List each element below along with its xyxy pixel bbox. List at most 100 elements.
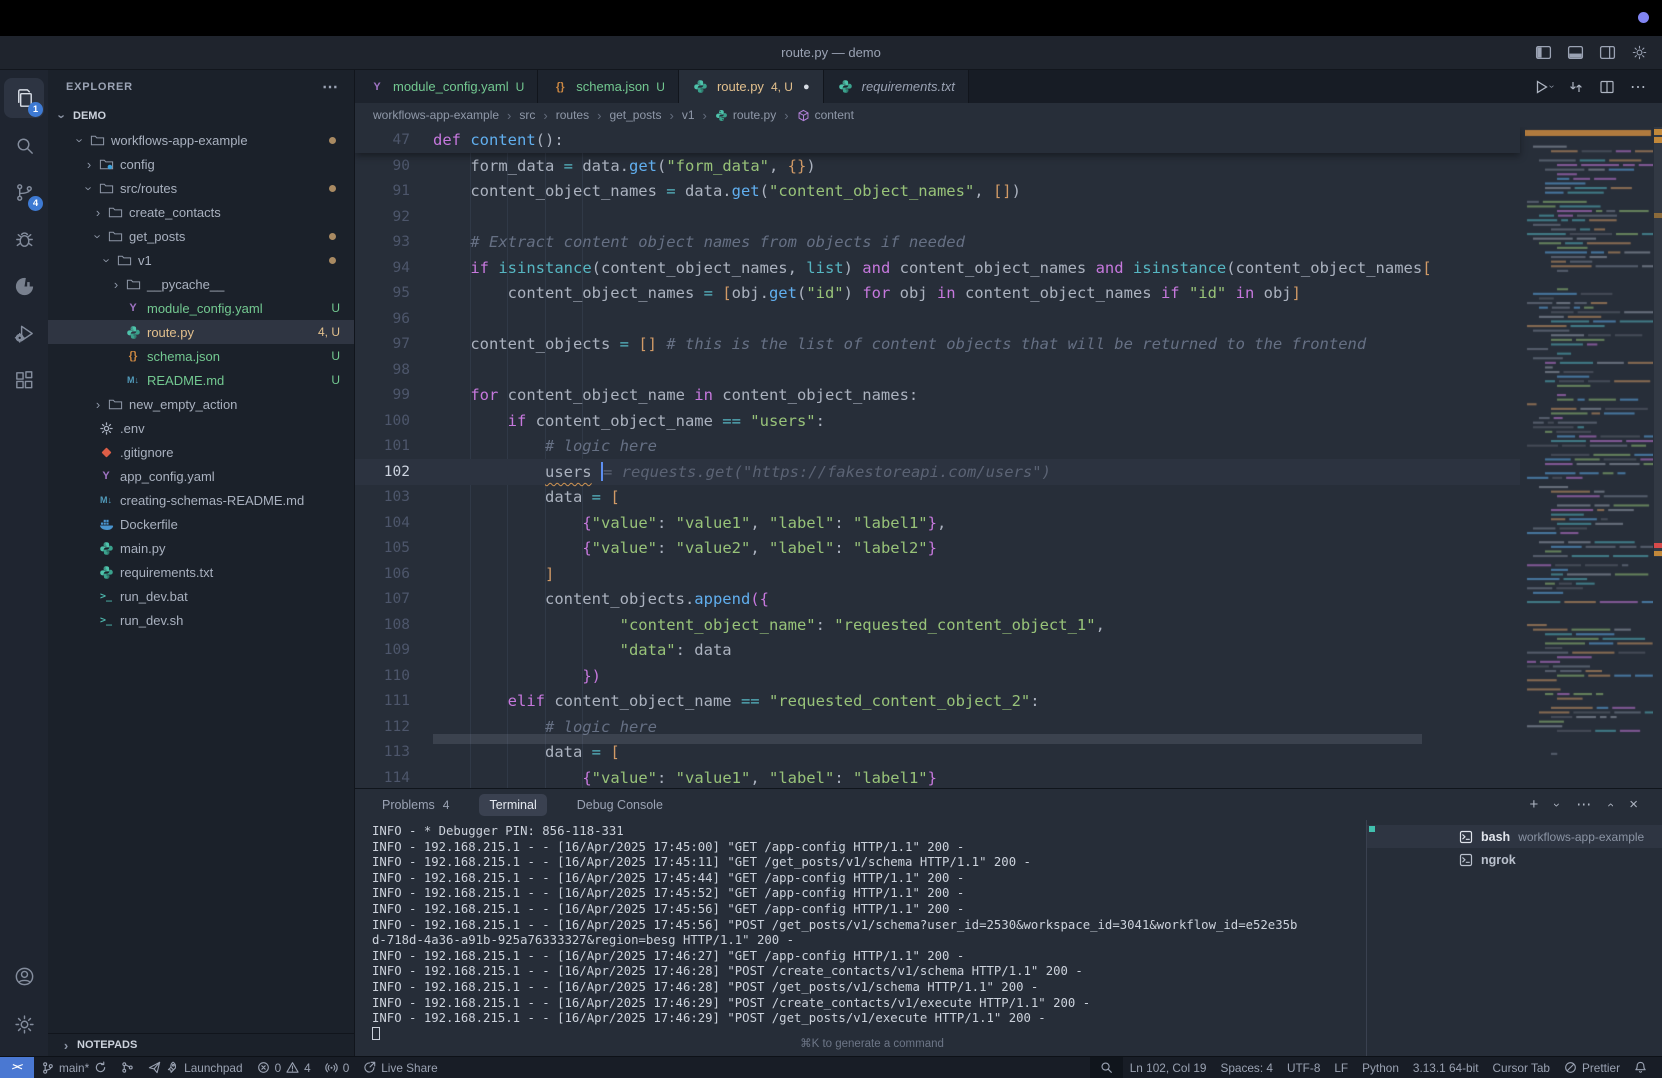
tree-item-new_empty_action[interactable]: ›new_empty_action <box>48 392 354 416</box>
terminal-dropdown-icon[interactable]: › <box>1555 799 1559 811</box>
code-line-96[interactable]: 96 <box>355 306 1520 332</box>
code-line-97[interactable]: 97 content_objects = [] # this is the li… <box>355 332 1520 358</box>
status-remote-indicator[interactable]: >< <box>0 1057 34 1078</box>
settings-gear-icon[interactable] <box>1631 44 1648 61</box>
code-editor[interactable]: 47def content(): 90 form_data = data.get… <box>355 127 1662 788</box>
terminal-instance-ngrok[interactable]: ngrok <box>1367 848 1662 871</box>
tree-item-.env[interactable]: .env <box>48 416 354 440</box>
activity-accounts[interactable] <box>4 956 44 996</box>
maximize-panel-icon[interactable]: › <box>1608 799 1612 811</box>
tree-item-app_config.yaml[interactable]: Yapp_config.yaml <box>48 464 354 488</box>
activity-source-control[interactable]: 4 <box>4 172 44 212</box>
activity-run-and-debug[interactable] <box>4 219 44 259</box>
run-python-file-button[interactable]: › <box>1533 79 1553 95</box>
new-terminal-icon[interactable]: + <box>1529 797 1538 812</box>
activity-extensions[interactable] <box>4 360 44 400</box>
breadcrumb-item-route.py[interactable]: route.py <box>715 108 776 122</box>
breadcrumb-item-routes[interactable]: routes <box>556 108 589 122</box>
tree-item-create_contacts[interactable]: ›create_contacts <box>48 200 354 224</box>
section-notepads[interactable]: › NOTEPADS <box>48 1033 354 1056</box>
status-notifications-bell[interactable] <box>1627 1057 1654 1078</box>
code-line-106[interactable]: 106 ] <box>355 561 1520 587</box>
code-line-103[interactable]: 103 data = [ <box>355 485 1520 511</box>
activity-manage[interactable] <box>4 1004 44 1044</box>
code-line-93[interactable]: 93 # Extract content object names from o… <box>355 230 1520 256</box>
code-line-100[interactable]: 100 if content_object_name == "users": <box>355 408 1520 434</box>
code-line-102[interactable]: 102 users = requests.get("https://fakest… <box>355 459 1520 485</box>
modified-dot[interactable]: ● <box>803 81 810 93</box>
code-line-114[interactable]: 114 {"value": "value1", "label": "label1… <box>355 765 1520 788</box>
tree-item-README.md[interactable]: M↓README.mdU <box>48 368 354 392</box>
code-line-105[interactable]: 105 {"value": "value2", "label": "label2… <box>355 536 1520 562</box>
tab-requirements.txt[interactable]: requirements.txt <box>824 70 969 103</box>
tree-item-workflows-app-example[interactable]: ›workflows-app-example <box>48 128 354 152</box>
tree-item-requirements.txt[interactable]: requirements.txt <box>48 560 354 584</box>
status-language-mode[interactable]: Python <box>1355 1057 1406 1078</box>
open-changes-icon[interactable] <box>1568 79 1584 95</box>
activity-explorer[interactable]: 1 <box>4 78 44 118</box>
status-launchpad[interactable]: Launchpad <box>141 1057 249 1078</box>
tab-schema.json[interactable]: {}schema.jsonU <box>538 70 679 103</box>
terminal-instance-bash[interactable]: bashworkflows-app-example <box>1367 825 1662 848</box>
status-eol[interactable]: LF <box>1327 1057 1355 1078</box>
activity-extension-logo[interactable] <box>4 266 44 306</box>
section-demo[interactable]: › DEMO <box>48 104 354 128</box>
breadcrumb-item-src[interactable]: src <box>519 108 535 122</box>
status-cursor-position[interactable]: Ln 102, Col 19 <box>1123 1057 1214 1078</box>
tree-item-route.py[interactable]: route.py4, U <box>48 320 354 344</box>
code-line-90[interactable]: 90 form_data = data.get("form_data", {}) <box>355 153 1520 179</box>
tree-item-__pycache__[interactable]: ›__pycache__ <box>48 272 354 296</box>
tree-item-Dockerfile[interactable]: Dockerfile <box>48 512 354 536</box>
tree-item-get_posts[interactable]: ›get_posts <box>48 224 354 248</box>
tab-route.py[interactable]: route.py4, U● <box>679 70 824 103</box>
panel-tab-Problems[interactable]: Problems4 <box>372 794 459 816</box>
status-indentation[interactable]: Spaces: 4 <box>1213 1057 1279 1078</box>
terminal-output[interactable]: INFO - * Debugger PIN: 856-118-331INFO -… <box>355 820 1366 1056</box>
status-python-interpreter[interactable]: 3.13.1 64-bit <box>1406 1057 1486 1078</box>
sticky-scroll-line[interactable]: 47def content(): <box>355 127 1520 153</box>
activity-testing[interactable] <box>4 313 44 353</box>
layout-sidebar-left-icon[interactable] <box>1535 44 1552 61</box>
tree-item-main.py[interactable]: main.py <box>48 536 354 560</box>
tree-item-run_dev.sh[interactable]: >_run_dev.sh <box>48 608 354 632</box>
code-line-111[interactable]: 111 elif content_object_name == "request… <box>355 689 1520 715</box>
breadcrumb-item-v1[interactable]: v1 <box>682 108 695 122</box>
more-icon[interactable]: ⋯ <box>1576 797 1591 812</box>
breadcrumb-item-content[interactable]: content <box>797 108 854 122</box>
code-line-98[interactable]: 98 <box>355 357 1520 383</box>
status-scm-graph[interactable] <box>114 1057 141 1078</box>
status-problems-summary[interactable]: 04 <box>250 1057 318 1078</box>
split-editor-icon[interactable] <box>1599 79 1615 95</box>
tab-module_config.yaml[interactable]: Ymodule_config.yamlU <box>355 70 538 103</box>
code-line-99[interactable]: 99 for content_object_name in content_ob… <box>355 383 1520 409</box>
minimap[interactable] <box>1525 127 1653 767</box>
status-git-branch[interactable]: main* <box>34 1057 114 1078</box>
tree-item-src/routes[interactable]: ›src/routes <box>48 176 354 200</box>
tree-item-schema.json[interactable]: {}schema.jsonU <box>48 344 354 368</box>
tree-item-module_config.yaml[interactable]: Ymodule_config.yamlU <box>48 296 354 320</box>
layout-sidebar-right-icon[interactable] <box>1599 44 1616 61</box>
code-line-101[interactable]: 101 # logic here <box>355 434 1520 460</box>
code-line-109[interactable]: 109 "data": data <box>355 638 1520 664</box>
code-line-92[interactable]: 92 <box>355 204 1520 230</box>
status-encoding[interactable]: UTF-8 <box>1280 1057 1327 1078</box>
tree-item-v1[interactable]: ›v1 <box>48 248 354 272</box>
code-line-91[interactable]: 91 content_object_names = data.get("cont… <box>355 179 1520 205</box>
status-formatter-prettier[interactable]: Prettier <box>1557 1057 1627 1078</box>
status-broadcast[interactable]: 0 <box>318 1057 357 1078</box>
status-search-toggle[interactable] <box>1090 1057 1123 1078</box>
breadcrumb-item-workflows-app-example[interactable]: workflows-app-example <box>373 108 499 122</box>
tree-item-.gitignore[interactable]: .gitignore <box>48 440 354 464</box>
close-panel-icon[interactable]: × <box>1629 797 1638 812</box>
code-line-94[interactable]: 94 if isinstance(content_object_names, l… <box>355 255 1520 281</box>
code-line-95[interactable]: 95 content_object_names = [obj.get("id")… <box>355 281 1520 307</box>
code-line-104[interactable]: 104 {"value": "value1", "label": "label1… <box>355 510 1520 536</box>
layout-panel-icon[interactable] <box>1567 44 1584 61</box>
tree-item-run_dev.bat[interactable]: >_run_dev.bat <box>48 584 354 608</box>
tree-item-config[interactable]: ›config <box>48 152 354 176</box>
horizontal-scrollbar[interactable] <box>433 734 1422 744</box>
panel-tab-Debug Console[interactable]: Debug Console <box>567 794 673 816</box>
tree-item-creating-schemas-README.md[interactable]: M↓creating-schemas-README.md <box>48 488 354 512</box>
code-line-107[interactable]: 107 content_objects.append({ <box>355 587 1520 613</box>
activity-search[interactable] <box>4 125 44 165</box>
